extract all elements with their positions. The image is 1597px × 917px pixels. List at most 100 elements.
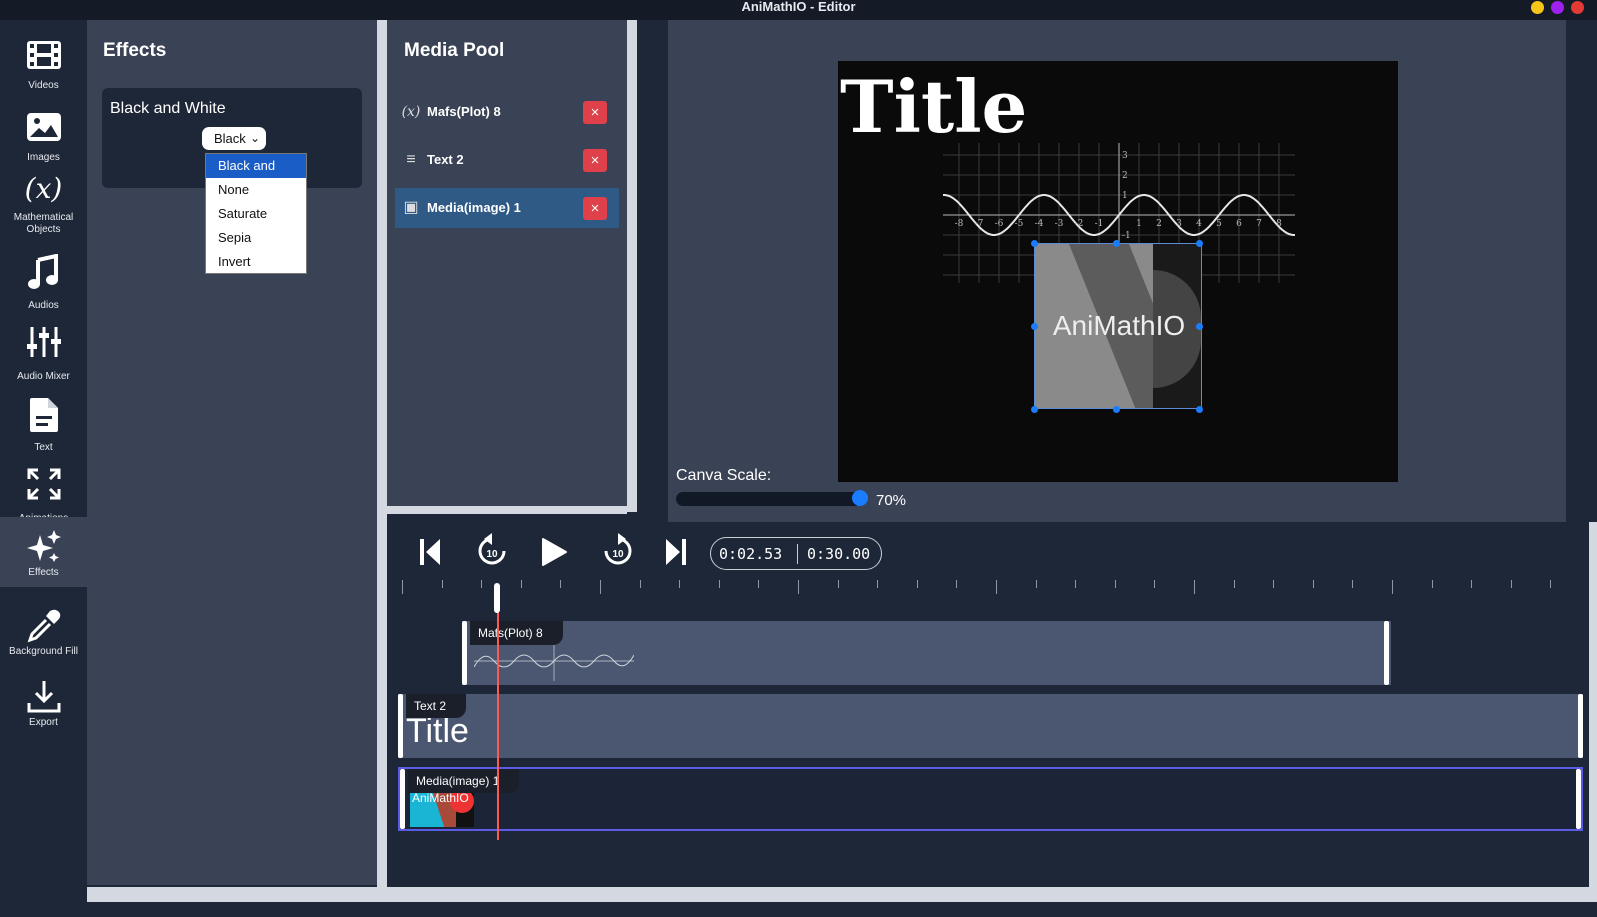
sidebar-item-animations[interactable]: Animations xyxy=(0,455,87,525)
timeline-clip-image[interactable]: AniMathIO Media(image) 1 xyxy=(398,767,1583,831)
sidebar-item-label: Mathematical Objects xyxy=(13,212,74,235)
expand-icon xyxy=(27,468,61,500)
effect-option[interactable]: Saturate xyxy=(206,202,306,226)
total-time: 0:30.00 xyxy=(807,545,871,563)
playhead-handle[interactable] xyxy=(494,583,500,613)
preview-canvas[interactable]: Title -8 -7 -6 -5 -4 -3 -2 -1 1 2 3 4 5 6 7 8 3 2 1 -1 Ani… xyxy=(838,61,1398,482)
ruler-tick xyxy=(1154,580,1156,588)
rewind-10-button[interactable]: 10 xyxy=(476,533,508,574)
horizontal-scrollbar[interactable] xyxy=(387,887,1594,902)
ruler-tick xyxy=(1233,580,1235,588)
sidebar-item-videos[interactable]: Videos xyxy=(0,26,87,96)
ruler-tick xyxy=(1510,580,1512,588)
effect-dropdown: Black and White None Saturate Sepia Inve… xyxy=(205,153,307,274)
rewind-10-icon: 10 xyxy=(478,533,506,565)
clip-resize-handle[interactable] xyxy=(1384,621,1389,685)
skip-to-start-icon xyxy=(420,539,440,565)
skip-to-end-button[interactable] xyxy=(664,536,688,573)
ruler-tick xyxy=(1114,580,1116,588)
close-button[interactable] xyxy=(1571,1,1584,14)
sidebar-item-background-fill[interactable]: Background Fill xyxy=(0,596,87,666)
text-lines-icon: ≡ xyxy=(406,151,416,168)
delete-button[interactable]: × xyxy=(583,149,607,172)
sidebar-item-effects[interactable]: Effects xyxy=(0,517,87,587)
clip-resize-handle[interactable] xyxy=(398,694,403,758)
media-pool-item[interactable]: ▣ Media(image) 1 × xyxy=(395,188,619,228)
timeline-clip-text[interactable]: Title Text 2 xyxy=(398,694,1583,758)
forward-10-button[interactable]: 10 xyxy=(602,533,634,574)
ruler-tick xyxy=(679,580,681,588)
download-icon xyxy=(27,681,61,713)
effect-select[interactable]: Black ⌄ xyxy=(202,127,266,150)
panel-splitter[interactable] xyxy=(387,506,627,514)
ruler-tick xyxy=(639,580,641,588)
plot-y-tick-label: 1 xyxy=(1122,191,1128,201)
canvas-title-text[interactable]: Title xyxy=(840,61,1027,153)
film-icon xyxy=(27,41,61,69)
sparkles-icon xyxy=(27,530,61,562)
ruler-tick xyxy=(1194,580,1195,594)
panel-splitter[interactable] xyxy=(377,20,387,902)
effects-heading: Effects xyxy=(103,40,167,61)
ruler-tick xyxy=(441,580,443,588)
horizontal-scrollbar[interactable] xyxy=(87,887,377,902)
effect-option[interactable]: None xyxy=(206,178,306,202)
skip-to-start-button[interactable] xyxy=(418,536,442,573)
plot-x-tick-label: -1 xyxy=(1095,219,1104,229)
timeline-scrollbar[interactable] xyxy=(1589,522,1597,902)
ruler-tick xyxy=(481,580,483,588)
clip-name: Media(image) 1 xyxy=(408,769,520,793)
plot-y-tick-label: 3 xyxy=(1122,151,1128,161)
plot-x-tick-label: 1 xyxy=(1136,219,1142,229)
media-pool-item[interactable]: ≡ Text 2 × xyxy=(395,140,619,180)
plot-x-tick-label: 2 xyxy=(1156,219,1162,229)
forward-10-label: 10 xyxy=(612,549,624,560)
logo-image[interactable]: AniMathIO xyxy=(1034,243,1202,409)
effect-option[interactable]: Sepia xyxy=(206,226,306,250)
sidebar-item-label: Effects xyxy=(28,567,59,578)
ruler-tick xyxy=(1075,580,1077,588)
plot-x-tick-label: 8 xyxy=(1276,219,1282,229)
ruler-tick xyxy=(956,580,958,588)
clip-resize-handle[interactable] xyxy=(462,621,467,685)
ruler-tick xyxy=(1431,580,1433,588)
clip-resize-handle[interactable] xyxy=(400,769,405,829)
clip-resize-handle[interactable] xyxy=(1576,769,1581,829)
playhead[interactable] xyxy=(497,584,499,840)
sidebar-item-label: Audios xyxy=(28,300,59,311)
sidebar-item-export[interactable]: Export xyxy=(0,667,87,737)
ruler-tick xyxy=(1352,580,1354,588)
ruler-tick xyxy=(758,580,760,588)
minimize-button[interactable] xyxy=(1531,1,1544,14)
logo-text: AniMathIO xyxy=(1052,310,1186,341)
sidebar-item-text[interactable]: Text xyxy=(0,384,87,454)
media-pool-item[interactable]: (x) Mafs(Plot) 8 × xyxy=(395,92,619,132)
media-pool-item-name: Media(image) 1 xyxy=(427,200,521,215)
play-button[interactable] xyxy=(540,536,568,573)
image-icon: ▣ xyxy=(403,199,419,216)
panel-splitter[interactable] xyxy=(627,20,637,512)
maximize-button[interactable] xyxy=(1551,1,1564,14)
sidebar-item-mathematical-objects[interactable]: (x) Mathematical Objects xyxy=(0,168,87,248)
forward-10-icon: 10 xyxy=(604,533,632,565)
clip-resize-handle[interactable] xyxy=(1578,694,1583,758)
ruler-tick xyxy=(877,580,879,588)
media-pool-item-name: Mafs(Plot) 8 xyxy=(427,104,501,119)
current-time: 0:02.53 xyxy=(719,545,783,563)
play-icon xyxy=(542,538,567,566)
effect-option[interactable]: Invert xyxy=(206,250,306,274)
canvas-scale-slider[interactable] xyxy=(676,492,862,506)
delete-button[interactable]: × xyxy=(583,101,607,124)
sidebar-item-audios[interactable]: Audios xyxy=(0,242,87,312)
delete-button[interactable]: × xyxy=(583,197,607,220)
ruler-tick xyxy=(1550,580,1552,588)
effect-option[interactable]: Black and White xyxy=(206,154,306,197)
plot-x-tick-label: -8 xyxy=(955,219,964,229)
sidebar-item-images[interactable]: Images xyxy=(0,98,87,168)
ruler-tick xyxy=(520,580,522,588)
timeline-clip-plot[interactable]: Mafs(Plot) 8 xyxy=(462,621,1391,685)
plot-x-tick-label: 6 xyxy=(1236,219,1242,229)
sidebar-item-label: Text xyxy=(34,442,53,453)
sidebar-item-audio-mixer[interactable]: Audio Mixer xyxy=(0,313,87,383)
ruler-tick xyxy=(996,580,997,594)
